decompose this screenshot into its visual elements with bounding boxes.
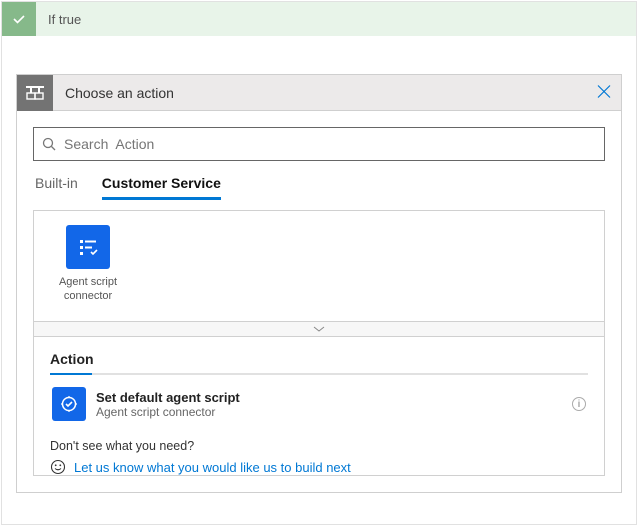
choose-action-panel: Choose an action Built-in Customer Servi… <box>16 74 622 493</box>
chevron-down-icon <box>313 326 325 332</box>
panel-title: Choose an action <box>53 85 174 101</box>
action-section-title: Action <box>50 351 588 375</box>
condition-title: If true <box>36 2 81 36</box>
search-icon <box>42 137 56 151</box>
search-input[interactable] <box>62 135 596 153</box>
panel-header: Choose an action <box>17 75 621 111</box>
tab-customer-service[interactable]: Customer Service <box>102 175 221 200</box>
action-set-default-agent-script[interactable]: Set default agent script Agent script co… <box>50 375 588 425</box>
action-selector-icon <box>17 75 53 111</box>
smiley-icon <box>50 459 66 475</box>
connector-agent-script[interactable]: Agent script connector <box>48 225 128 304</box>
feedback-link[interactable]: Let us know what you would like us to bu… <box>50 459 588 475</box>
circle-check-icon <box>52 387 86 421</box>
tab-built-in[interactable]: Built-in <box>35 175 78 200</box>
feedback-link-text: Let us know what you would like us to bu… <box>74 460 351 475</box>
condition-header: If true <box>2 2 636 36</box>
close-icon[interactable] <box>597 82 611 103</box>
search-input-wrap[interactable] <box>33 127 605 161</box>
check-icon <box>2 2 36 36</box>
list-check-icon <box>66 225 110 269</box>
footer-question: Don't see what you need? <box>50 439 588 453</box>
expand-connectors[interactable] <box>34 321 604 337</box>
connector-label: Agent script connector <box>48 275 128 304</box>
action-item-sub: Agent script connector <box>96 405 572 419</box>
info-icon[interactable]: i <box>572 397 586 411</box>
action-item-name: Set default agent script <box>96 390 572 405</box>
tabs: Built-in Customer Service <box>33 175 605 200</box>
